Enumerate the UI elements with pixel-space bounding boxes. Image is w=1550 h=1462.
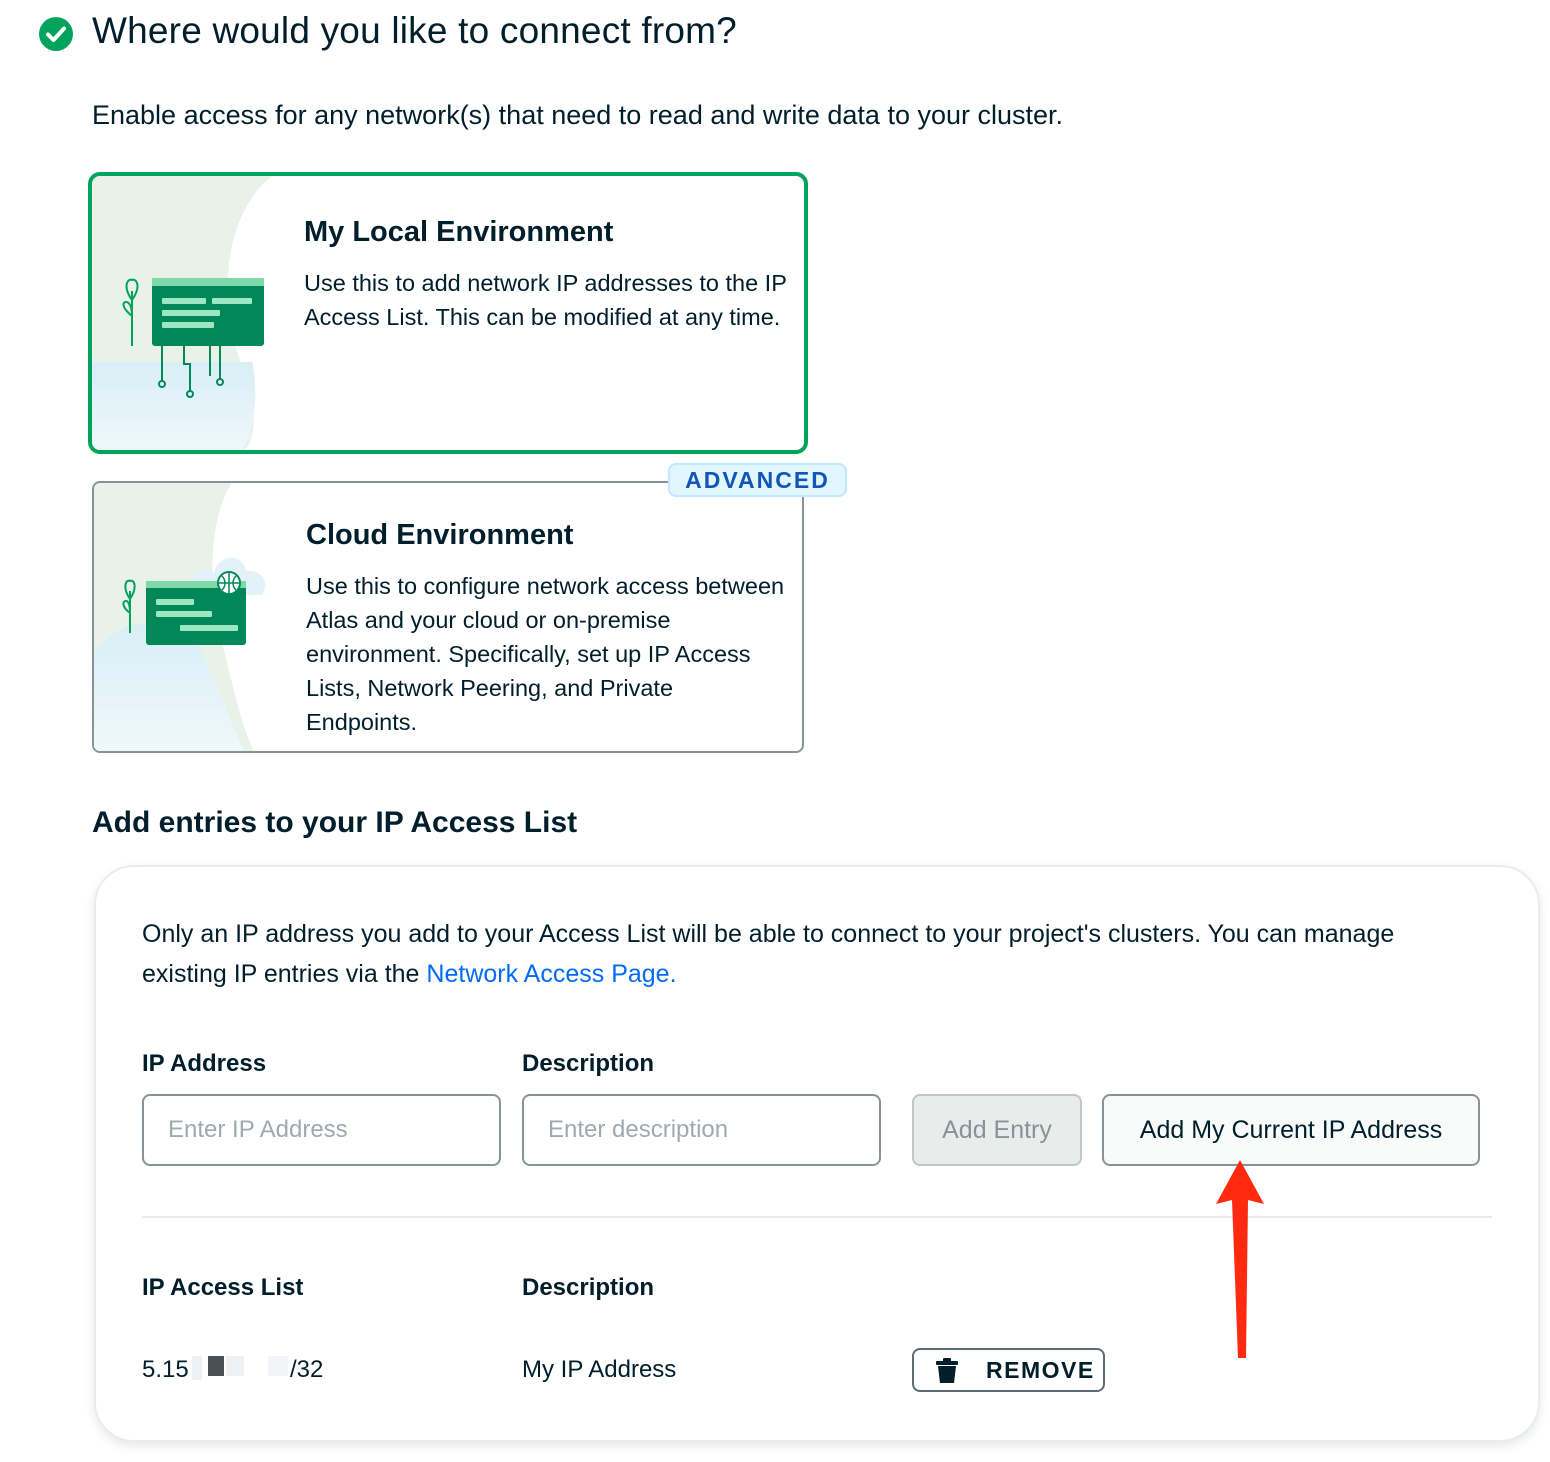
- local-environment-illustration: [92, 176, 272, 450]
- local-environment-title: My Local Environment: [304, 216, 614, 248]
- advanced-badge: ADVANCED: [668, 463, 847, 497]
- add-current-ip-button[interactable]: Add My Current IP Address: [1102, 1094, 1480, 1166]
- access-list-info: Only an IP address you add to your Acces…: [142, 914, 1442, 994]
- cloud-environment-title: Cloud Environment: [306, 519, 574, 551]
- ip-access-list-column-header: IP Access List: [142, 1274, 304, 1301]
- network-access-page-link[interactable]: Network Access Page.: [426, 960, 676, 988]
- entry-description: My IP Address: [522, 1356, 677, 1383]
- redaction-mask: [192, 1356, 288, 1380]
- remove-button[interactable]: REMOVE: [912, 1348, 1105, 1392]
- info-text: Only an IP address you add to your Acces…: [142, 920, 1395, 988]
- trash-icon: [936, 1358, 958, 1383]
- cloud-environment-illustration: [94, 483, 266, 751]
- annotation-arrow-icon: [1216, 1160, 1264, 1358]
- description-input[interactable]: [522, 1094, 881, 1166]
- ip-address-suffix: /32: [290, 1356, 324, 1383]
- check-circle-icon: [39, 17, 73, 51]
- add-entry-button[interactable]: Add Entry: [912, 1094, 1082, 1166]
- section-title: Add entries to your IP Access List: [92, 806, 578, 839]
- description-column-header: Description: [522, 1274, 655, 1301]
- local-environment-description: Use this to add network IP addresses to …: [304, 270, 787, 330]
- ip-address-prefix: 5.15: [142, 1356, 189, 1383]
- ip-address-input[interactable]: [142, 1094, 501, 1166]
- cloud-environment-description: Use this to configure network access bet…: [306, 573, 785, 735]
- divider: [142, 1216, 1492, 1218]
- page-subtitle: Enable access for any network(s) that ne…: [92, 100, 1064, 130]
- page-title: Where would you like to connect from?: [92, 10, 737, 51]
- local-environment-card[interactable]: My Local Environment Use this to add net…: [88, 172, 808, 454]
- remove-label: REMOVE: [986, 1357, 1095, 1383]
- description-label: Description: [522, 1050, 655, 1077]
- ip-address-label: IP Address: [142, 1050, 267, 1077]
- cloud-environment-card[interactable]: Cloud Environment Use this to configure …: [92, 481, 804, 753]
